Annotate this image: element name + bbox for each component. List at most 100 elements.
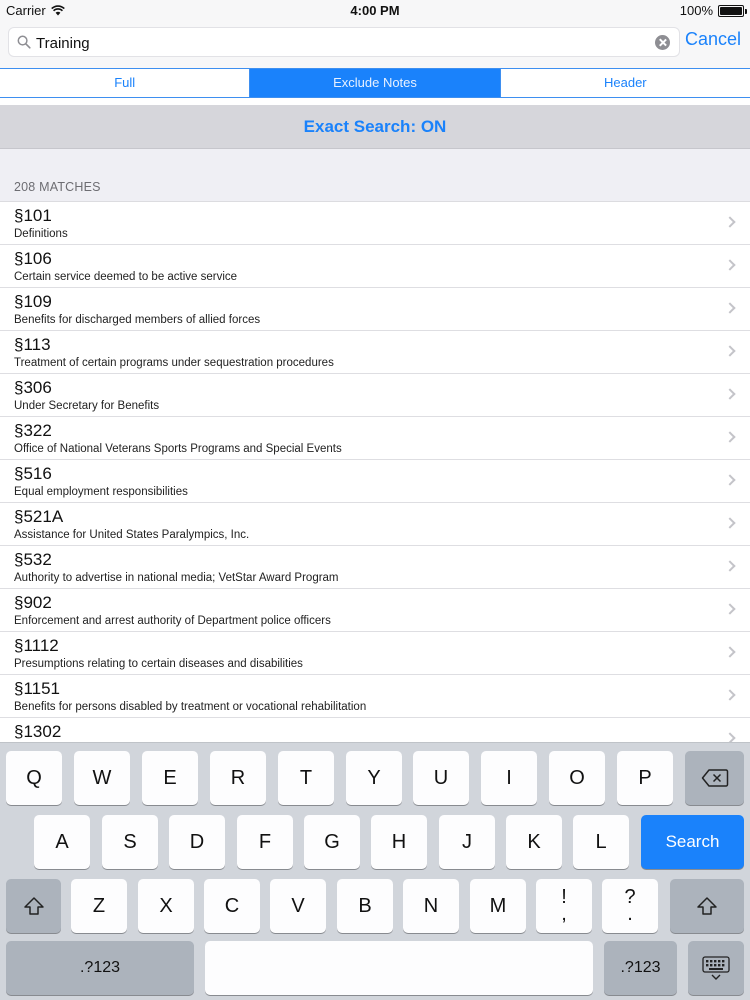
results-list[interactable]: §101 Definitions §106 Certain service deem… bbox=[0, 202, 750, 742]
key-i[interactable]: I bbox=[481, 751, 537, 805]
chevron-right-icon bbox=[724, 216, 736, 228]
key-j[interactable]: J bbox=[439, 815, 495, 869]
dismiss-keyboard-key[interactable] bbox=[688, 941, 744, 995]
list-item[interactable]: §113 Treatment of certain programs under … bbox=[0, 331, 750, 374]
status-bar: Carrier 4:00 PM 100% bbox=[0, 0, 750, 22]
section-number: §516 bbox=[14, 464, 52, 483]
segment-header[interactable]: Header bbox=[501, 69, 750, 97]
key-q[interactable]: Q bbox=[6, 751, 62, 805]
key-n[interactable]: N bbox=[403, 879, 459, 933]
backspace-key[interactable] bbox=[685, 751, 744, 805]
key-d[interactable]: D bbox=[169, 815, 225, 869]
list-item[interactable]: §1112 Presumptions relating to certain di… bbox=[0, 632, 750, 675]
chevron-right-icon bbox=[724, 689, 736, 701]
key-y[interactable]: Y bbox=[346, 751, 402, 805]
key-exclaim-comma[interactable]: !, bbox=[536, 879, 592, 933]
key-p[interactable]: P bbox=[617, 751, 673, 805]
section-title: Authority to advertise in national media… bbox=[14, 572, 339, 584]
search-bar: Cancel bbox=[0, 22, 750, 68]
key-l[interactable]: L bbox=[573, 815, 629, 869]
section-title: Definitions bbox=[14, 228, 68, 240]
section-title: Office of National Veterans Sports Progr… bbox=[14, 443, 342, 455]
section-number: §1112 bbox=[14, 636, 59, 655]
list-item[interactable]: §1151 Benefits for persons disabled by tr… bbox=[0, 675, 750, 718]
section-number: §902 bbox=[14, 593, 52, 612]
list-item[interactable]: §101 Definitions bbox=[0, 202, 750, 245]
key-s[interactable]: S bbox=[102, 815, 158, 869]
chevron-right-icon bbox=[724, 431, 736, 443]
key-a[interactable]: A bbox=[34, 815, 90, 869]
battery-percent: 100% bbox=[679, 3, 713, 18]
key-t[interactable]: T bbox=[278, 751, 334, 805]
section-number: §113 bbox=[14, 335, 51, 354]
key-w[interactable]: W bbox=[74, 751, 130, 805]
key-u[interactable]: U bbox=[413, 751, 469, 805]
chevron-right-icon bbox=[724, 474, 736, 486]
shift-key-left[interactable] bbox=[6, 879, 61, 933]
key-c[interactable]: C bbox=[204, 879, 260, 933]
exact-search-toggle[interactable]: Exact Search: ON bbox=[0, 105, 750, 149]
list-item[interactable]: §106 Certain service deemed to be active … bbox=[0, 245, 750, 288]
chevron-right-icon bbox=[724, 603, 736, 615]
key-bottom-char: . bbox=[627, 903, 633, 925]
key-x[interactable]: X bbox=[138, 879, 194, 933]
chevron-right-icon bbox=[724, 517, 736, 529]
key-z[interactable]: Z bbox=[71, 879, 127, 933]
chevron-right-icon bbox=[724, 345, 736, 357]
list-item[interactable]: §322 Office of National Veterans Sports P… bbox=[0, 417, 750, 460]
battery-fill bbox=[720, 6, 742, 15]
key-r[interactable]: R bbox=[210, 751, 266, 805]
list-item[interactable]: §532 Authority to advertise in national m… bbox=[0, 546, 750, 589]
chevron-right-icon bbox=[724, 302, 736, 314]
key-g[interactable]: G bbox=[304, 815, 360, 869]
backspace-icon bbox=[701, 769, 728, 787]
shift-icon bbox=[697, 897, 717, 915]
section-title: Equal employment responsibilities bbox=[14, 486, 188, 498]
matches-header: 208 MATCHES bbox=[0, 149, 750, 202]
segment-full[interactable]: Full bbox=[0, 69, 251, 97]
cancel-button[interactable]: Cancel bbox=[685, 29, 741, 50]
key-v[interactable]: V bbox=[270, 879, 326, 933]
key-m[interactable]: M bbox=[470, 879, 526, 933]
list-item[interactable]: §516 Equal employment responsibilities bbox=[0, 460, 750, 503]
segment-exclude-notes[interactable]: Exclude Notes bbox=[250, 69, 501, 97]
search-input[interactable] bbox=[36, 32, 646, 54]
numbers-key-left[interactable]: .?123 bbox=[6, 941, 194, 995]
battery-icon bbox=[718, 4, 747, 17]
key-b[interactable]: B bbox=[337, 879, 393, 933]
section-number: §106 bbox=[14, 249, 52, 268]
key-bottom-char: , bbox=[561, 903, 567, 925]
key-h[interactable]: H bbox=[371, 815, 427, 869]
key-e[interactable]: E bbox=[142, 751, 198, 805]
section-number: §322 bbox=[14, 421, 52, 440]
key-f[interactable]: F bbox=[237, 815, 293, 869]
search-field[interactable] bbox=[8, 27, 680, 57]
section-number: §521A bbox=[14, 507, 64, 526]
space-bar[interactable] bbox=[205, 941, 593, 995]
clear-icon[interactable] bbox=[655, 35, 670, 50]
section-number: §101 bbox=[14, 206, 52, 225]
chevron-right-icon bbox=[724, 646, 736, 658]
list-item[interactable]: §1302 bbox=[0, 718, 750, 742]
matches-count: 208 MATCHES bbox=[14, 180, 101, 194]
search-scope-control: Full Exclude Notes Header bbox=[0, 68, 750, 98]
list-item[interactable]: §306 Under Secretary for Benefits bbox=[0, 374, 750, 417]
key-question-period[interactable]: ?. bbox=[602, 879, 658, 933]
numbers-key-right[interactable]: .?123 bbox=[604, 941, 677, 995]
key-o[interactable]: O bbox=[549, 751, 605, 805]
list-item[interactable]: §902 Enforcement and arrest authority of … bbox=[0, 589, 750, 632]
section-title: Presumptions relating to certain disease… bbox=[14, 658, 303, 670]
key-k[interactable]: K bbox=[506, 815, 562, 869]
chevron-right-icon bbox=[724, 732, 736, 742]
keyboard-dismiss-icon bbox=[702, 956, 730, 980]
list-item[interactable]: §521A Assistance for United States Paraly… bbox=[0, 503, 750, 546]
section-title: Benefits for persons disabled by treatme… bbox=[14, 701, 367, 713]
search-key[interactable]: Search bbox=[641, 815, 744, 869]
battery-status: 100% bbox=[679, 3, 747, 18]
section-title: Certain service deemed to be active serv… bbox=[14, 271, 238, 283]
chevron-right-icon bbox=[724, 560, 736, 572]
shift-key-right[interactable] bbox=[670, 879, 744, 933]
list-item[interactable]: §109 Benefits for discharged members of a… bbox=[0, 288, 750, 331]
section-number: §1302 bbox=[14, 722, 62, 741]
section-title: Treatment of certain programs under sequ… bbox=[14, 357, 334, 369]
